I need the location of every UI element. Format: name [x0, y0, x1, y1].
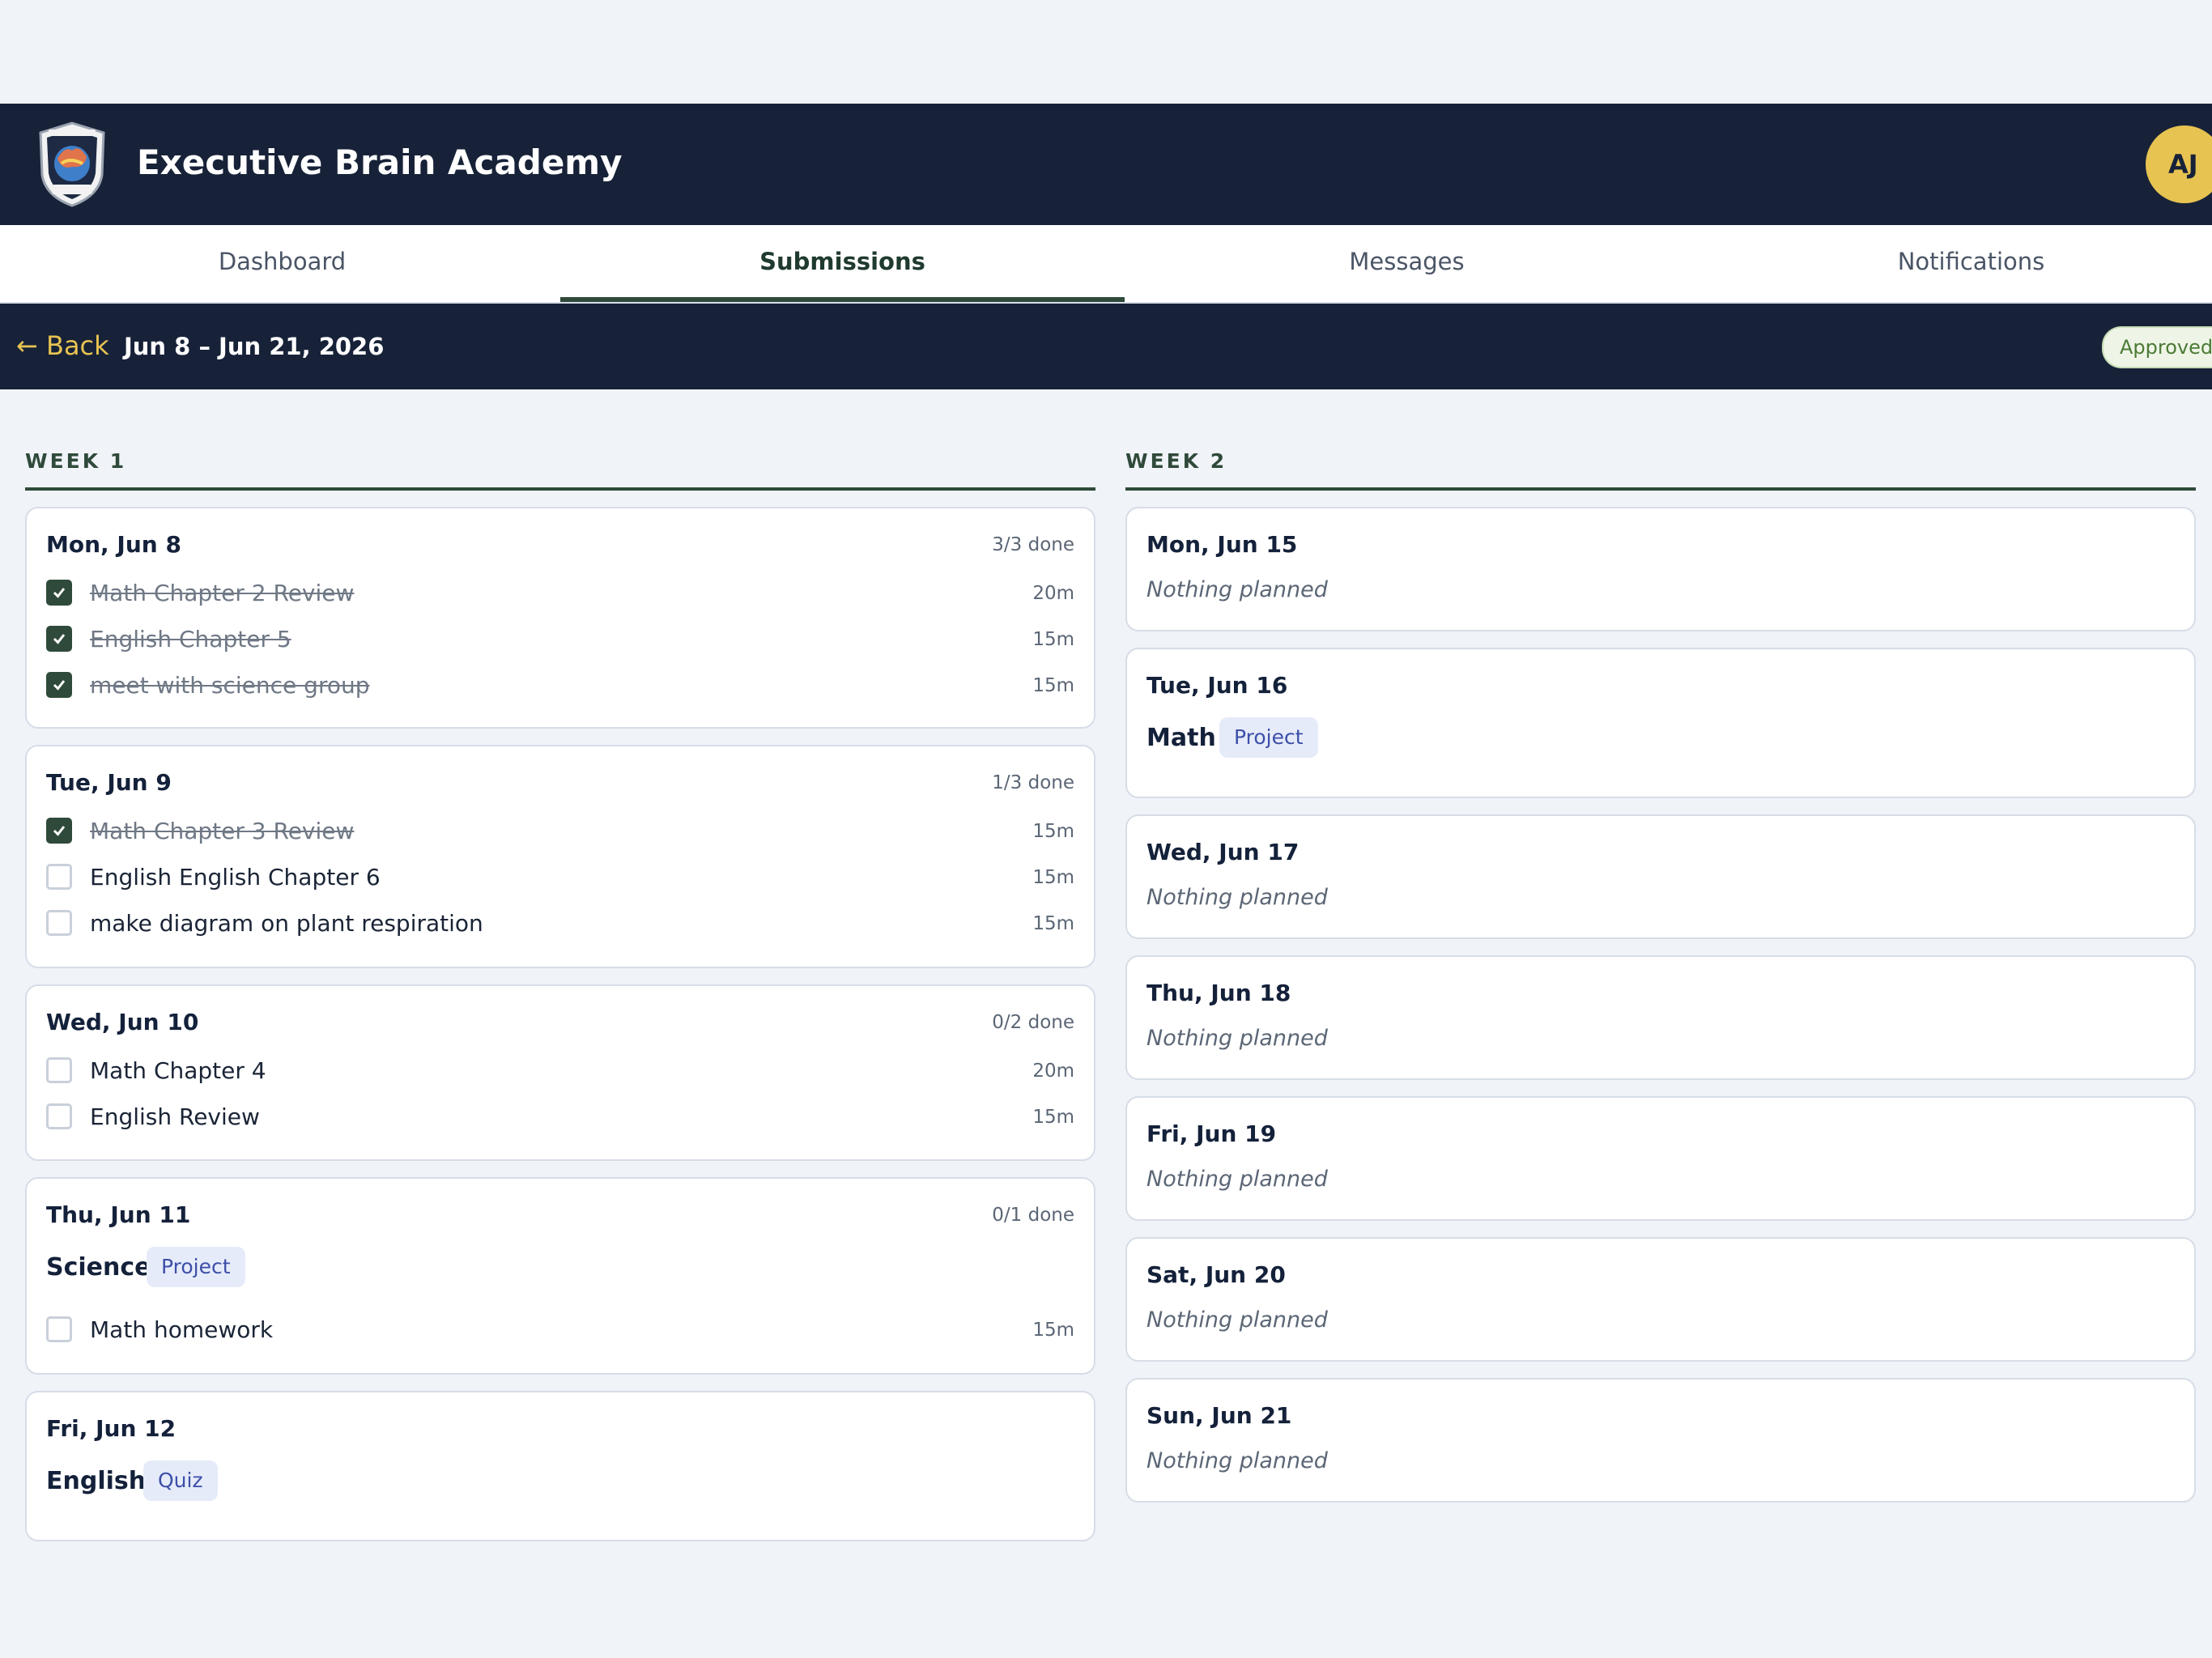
done-count: 0/1 done	[992, 1205, 1074, 1226]
task-duration: 15m	[1032, 867, 1074, 888]
subject-name: Science	[46, 1253, 151, 1282]
subject-name: Math	[1146, 724, 1216, 752]
task-label: Math Chapter 2 Review	[90, 580, 355, 606]
task-checkbox[interactable]	[46, 1057, 72, 1083]
day-title: Sun, Jun 21	[1146, 1402, 1292, 1429]
task-label: meet with science group	[90, 672, 370, 699]
user-avatar[interactable]: AJ	[2146, 125, 2212, 203]
task-duration: 15m	[1032, 1107, 1074, 1128]
back-button[interactable]: ← Back	[16, 330, 109, 361]
task-checkbox[interactable]	[46, 864, 72, 890]
date-range: Jun 8 – Jun 21, 2026	[124, 333, 385, 360]
task-label: make diagram on plant respiration	[90, 910, 483, 937]
nothing-planned-text: Nothing planned	[1146, 1167, 1328, 1192]
main-tabs: Dashboard Submissions Messages Notificat…	[0, 225, 2212, 304]
week-title: WEEK 1	[25, 445, 1095, 491]
task-label: Math Chapter 4	[90, 1057, 266, 1084]
nothing-planned-text: Nothing planned	[1146, 1026, 1328, 1051]
done-count: 1/3 done	[992, 772, 1074, 793]
task-duration: 20m	[1032, 1061, 1074, 1082]
day-title: Fri, Jun 19	[1146, 1120, 1277, 1147]
day-title: Fri, Jun 12	[46, 1415, 177, 1442]
assignment-type-badge: Project	[147, 1247, 245, 1287]
week-2-column: WEEK 2 Mon, Jun 15 Nothing planned Tue, …	[1125, 445, 2196, 1519]
task-checkbox[interactable]	[46, 910, 72, 936]
day-card: Mon, Jun 15 Nothing planned	[1125, 507, 2196, 631]
day-title: Mon, Jun 8	[46, 531, 181, 558]
day-card: Wed, Jun 17 Nothing planned	[1125, 814, 2196, 939]
subject-name: English	[46, 1467, 147, 1495]
day-card: Mon, Jun 8 3/3 done Math Chapter 2 Revie…	[25, 507, 1095, 729]
task-row: English English Chapter 6 15m	[46, 862, 1074, 895]
nothing-planned-text: Nothing planned	[1146, 1307, 1328, 1333]
day-card: Tue, Jun 9 1/3 done Math Chapter 3 Revie…	[25, 745, 1095, 968]
task-row: English Review 15m	[46, 1102, 1074, 1134]
task-checkbox[interactable]	[46, 626, 72, 652]
tab-dashboard[interactable]: Dashboard	[0, 225, 564, 302]
academy-crest-icon	[39, 121, 105, 207]
task-checkbox[interactable]	[46, 672, 72, 698]
task-duration: 20m	[1032, 583, 1074, 604]
tab-submissions[interactable]: Submissions	[560, 225, 1125, 302]
app-header: Executive Brain Academy AJ	[0, 104, 2212, 225]
day-title: Wed, Jun 17	[1146, 839, 1300, 865]
app-title: Executive Brain Academy	[137, 142, 623, 182]
day-title: Mon, Jun 15	[1146, 531, 1298, 558]
done-count: 0/2 done	[992, 1012, 1074, 1033]
done-count: 3/3 done	[992, 534, 1074, 555]
task-row: English Chapter 5 15m	[46, 624, 1074, 657]
task-label: Math homework	[90, 1316, 274, 1343]
task-row: Math homework 15m	[46, 1315, 1074, 1347]
task-label: English Chapter 5	[90, 626, 291, 653]
day-title: Sat, Jun 20	[1146, 1261, 1286, 1288]
nothing-planned-text: Nothing planned	[1146, 577, 1328, 602]
week-title: WEEK 2	[1125, 445, 2196, 491]
task-label: Math Chapter 3 Review	[90, 818, 355, 844]
check-icon	[53, 680, 66, 691]
task-duration: 15m	[1032, 675, 1074, 696]
task-row: make diagram on plant respiration 15m	[46, 908, 1074, 941]
week-1-column: WEEK 1 Mon, Jun 8 3/3 done Math Chapter …	[25, 445, 1095, 1558]
check-icon	[53, 588, 66, 598]
day-card: Thu, Jun 11 0/1 done Science Project Mat…	[25, 1177, 1095, 1375]
task-label: English English Chapter 6	[90, 864, 381, 891]
tab-messages[interactable]: Messages	[1125, 225, 1689, 302]
task-checkbox[interactable]	[46, 580, 72, 606]
day-card: Fri, Jun 19 Nothing planned	[1125, 1096, 2196, 1221]
task-duration: 15m	[1032, 629, 1074, 650]
task-row: Math Chapter 4 20m	[46, 1056, 1074, 1088]
day-title: Thu, Jun 11	[46, 1201, 191, 1228]
day-card: Thu, Jun 18 Nothing planned	[1125, 955, 2196, 1080]
tab-notifications[interactable]: Notifications	[1689, 225, 2212, 302]
day-title: Tue, Jun 16	[1146, 672, 1288, 699]
submission-toolbar: ← Back Jun 8 – Jun 21, 2026 Approved	[0, 304, 2212, 389]
nothing-planned-text: Nothing planned	[1146, 885, 1328, 910]
task-duration: 15m	[1032, 913, 1074, 934]
task-duration: 15m	[1032, 821, 1074, 842]
day-card: Fri, Jun 12 English Quiz	[25, 1391, 1095, 1541]
nothing-planned-text: Nothing planned	[1146, 1448, 1328, 1473]
day-card: Sat, Jun 20 Nothing planned	[1125, 1237, 2196, 1362]
day-card: Tue, Jun 16 Math Project	[1125, 648, 2196, 798]
day-title: Tue, Jun 9	[46, 769, 172, 796]
day-card: Sun, Jun 21 Nothing planned	[1125, 1378, 2196, 1503]
task-duration: 15m	[1032, 1320, 1074, 1341]
check-icon	[53, 826, 66, 836]
status-badge: Approved	[2102, 326, 2212, 368]
task-checkbox[interactable]	[46, 1103, 72, 1129]
task-checkbox[interactable]	[46, 1316, 72, 1342]
day-title: Wed, Jun 10	[46, 1009, 199, 1035]
day-card: Wed, Jun 10 0/2 done Math Chapter 4 20m …	[25, 984, 1095, 1161]
task-row: Math Chapter 3 Review 15m	[46, 816, 1074, 848]
task-row: Math Chapter 2 Review 20m	[46, 578, 1074, 610]
assignment-type-badge: Project	[1219, 717, 1318, 758]
task-label: English Review	[90, 1103, 260, 1130]
assignment-type-badge: Quiz	[143, 1460, 218, 1501]
day-title: Thu, Jun 18	[1146, 980, 1291, 1006]
task-row: meet with science group 15m	[46, 670, 1074, 703]
check-icon	[53, 634, 66, 644]
task-checkbox[interactable]	[46, 818, 72, 844]
